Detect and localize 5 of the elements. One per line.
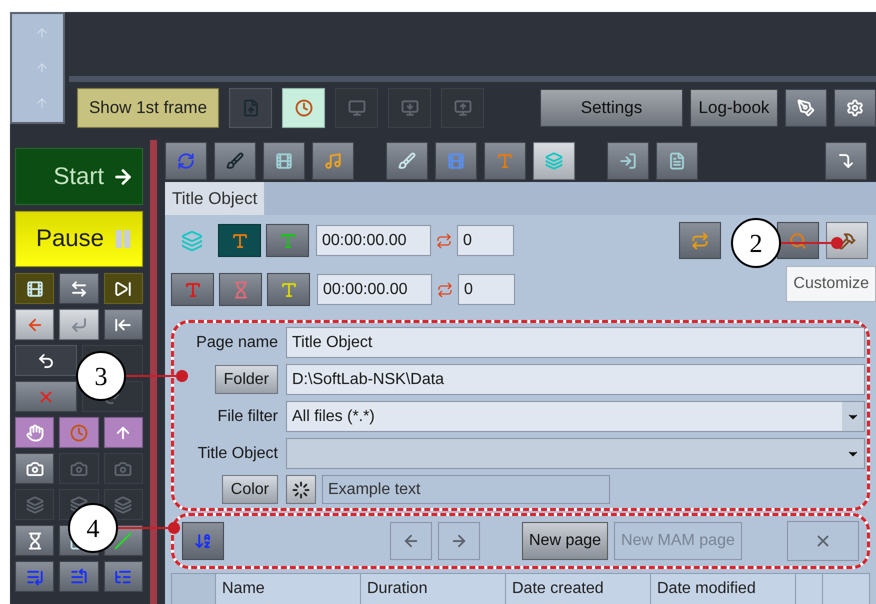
- page-name-label: Page name: [195, 332, 278, 352]
- tooltip: Customize: [786, 266, 876, 302]
- file-filter-label: File filter: [216, 406, 278, 426]
- title-object-label: Title Object: [196, 444, 278, 464]
- example-text-preview: Example text: [322, 475, 610, 504]
